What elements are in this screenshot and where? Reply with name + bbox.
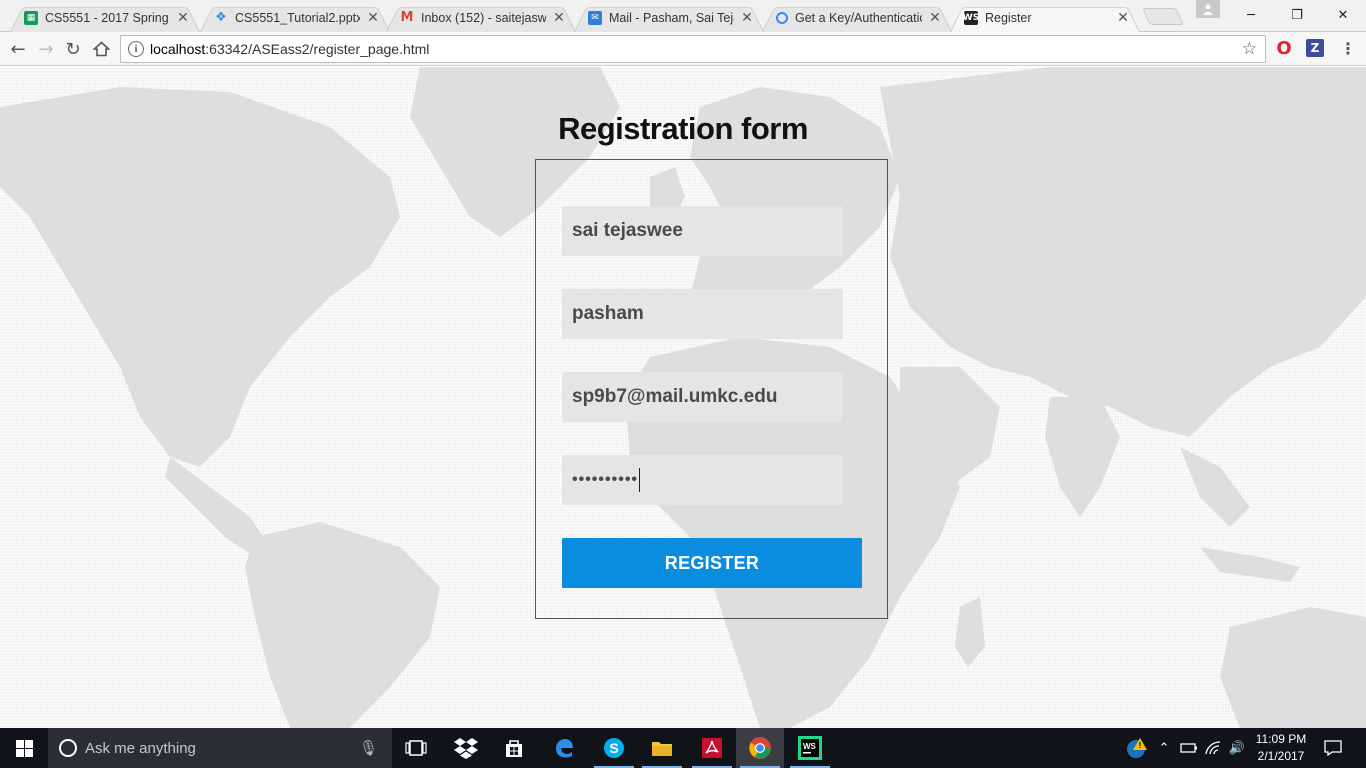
password-input[interactable]: ••••••••••	[562, 455, 843, 505]
battery-icon[interactable]	[1178, 728, 1200, 768]
store-icon[interactable]	[490, 728, 538, 768]
webstorm-icon[interactable]: WS	[786, 728, 834, 768]
close-icon[interactable]: ✕	[552, 10, 566, 26]
cortana-search-box[interactable]: Ask me anything 🎙	[48, 728, 392, 768]
svg-text:S: S	[609, 740, 618, 756]
taskbar-clock[interactable]: 11:09 PM 2/1/2017	[1250, 731, 1312, 765]
minimize-button[interactable]: ─	[1228, 0, 1274, 30]
tab-title: Inbox (152) - saitejaswe	[421, 10, 546, 25]
webstorm-icon: WS	[962, 10, 980, 25]
action-center-icon[interactable]	[1318, 728, 1348, 768]
password-mask: ••••••••••	[572, 471, 639, 488]
tab-tutorial-pptx[interactable]: ❖ CS5551_Tutorial2.pptx ✕	[200, 3, 390, 32]
first-name-input[interactable]: sai tejaswee	[562, 206, 843, 256]
back-arrow-icon[interactable]: ←	[6, 37, 30, 61]
acrobat-icon[interactable]	[688, 728, 736, 768]
clock-time: 11:09 PM	[1255, 732, 1307, 746]
dropbox-icon: ❖	[215, 10, 227, 25]
tab-cs5551-sheet[interactable]: ▦ CS5551 - 2017 Spring - ✕	[10, 3, 200, 32]
close-icon[interactable]: ✕	[176, 10, 190, 26]
reload-icon[interactable]: ↻	[61, 37, 85, 61]
last-name-input[interactable]: pasham	[562, 289, 843, 339]
tab-title: Register	[985, 10, 1032, 25]
chrome-icon[interactable]	[736, 728, 784, 768]
email-input[interactable]: sp9b7@mail.umkc.edu	[562, 372, 843, 422]
clock-date: 2/1/2017	[1257, 749, 1305, 763]
close-icon[interactable]: ✕	[928, 10, 942, 26]
volume-icon[interactable]: 🔊	[1226, 728, 1248, 768]
wifi-icon[interactable]	[1202, 728, 1224, 768]
tab-title: CS5551 - 2017 Spring -	[45, 10, 170, 25]
windows-logo-icon	[15, 739, 33, 757]
cortana-icon	[59, 739, 77, 757]
close-icon[interactable]: ✕	[740, 10, 754, 26]
register-button[interactable]: REGISTER	[562, 538, 862, 588]
opera-extension-icon[interactable]: O	[1274, 38, 1294, 59]
close-icon[interactable]: ✕	[366, 10, 380, 26]
page-title: Registration form	[558, 111, 808, 146]
menu-kebab-icon[interactable]: ⋮	[1338, 38, 1358, 58]
update-warning-icon[interactable]: !	[1122, 728, 1152, 768]
text-caret	[639, 468, 641, 492]
new-tab-button[interactable]	[1142, 8, 1184, 25]
outlook-mail-icon: ✉	[588, 10, 602, 25]
sheets-icon: ▦	[24, 10, 38, 25]
chevron-up-icon[interactable]: ⌃	[1154, 728, 1174, 768]
forward-arrow-icon[interactable]: →	[34, 37, 58, 61]
skype-icon[interactable]: S	[590, 728, 638, 768]
file-explorer-icon[interactable]	[638, 728, 686, 768]
google-icon	[776, 11, 788, 24]
tab-gmail-inbox[interactable]: M Inbox (152) - saitejaswe ✕	[386, 3, 576, 32]
browser-toolbar: ← → ↻ i localhost:63342/ASEass2/register…	[0, 32, 1366, 66]
start-button[interactable]	[0, 728, 48, 768]
edge-icon[interactable]	[540, 728, 588, 768]
search-placeholder: Ask me anything	[85, 739, 196, 757]
url-text[interactable]: localhost:63342/ASEass2/register_page.ht…	[150, 41, 429, 57]
page-viewport: Registration form sai tejaswee pasham sp…	[0, 67, 1366, 728]
restore-button[interactable]: ❐	[1274, 0, 1320, 30]
svg-text:WS: WS	[803, 742, 817, 751]
bookmark-star-icon[interactable]: ☆	[1242, 39, 1257, 59]
dropbox-icon[interactable]	[442, 728, 490, 768]
svg-text:!: !	[1139, 741, 1142, 750]
info-icon[interactable]: i	[128, 41, 144, 57]
tab-title: Mail - Pasham, Sai Tejas	[609, 10, 734, 25]
tab-get-a-key[interactable]: Get a Key/Authenticatio ✕	[762, 3, 952, 32]
registration-form: sai tejaswee pasham sp9b7@mail.umkc.edu …	[535, 159, 888, 619]
address-bar[interactable]: i localhost:63342/ASEass2/register_page.…	[120, 35, 1266, 63]
windows-taskbar: Ask me anything 🎙 S WS ! ⌃ 🔊 11:09 PM 2/…	[0, 728, 1366, 768]
tab-title: Get a Key/Authenticatio	[795, 10, 922, 25]
profile-icon[interactable]	[1196, 0, 1220, 18]
tab-register[interactable]: WS Register ✕	[950, 3, 1140, 32]
home-icon[interactable]	[89, 37, 113, 61]
task-view-icon[interactable]	[392, 728, 440, 768]
zotero-extension-icon[interactable]: Z	[1306, 39, 1324, 57]
browser-tab-strip: ▦ CS5551 - 2017 Spring - ✕ ❖ CS5551_Tuto…	[0, 0, 1366, 32]
gmail-icon: M	[400, 10, 414, 25]
close-window-button[interactable]: ✕	[1320, 0, 1366, 30]
tab-outlook-mail[interactable]: ✉ Mail - Pasham, Sai Tejas ✕	[574, 3, 764, 32]
tab-title: CS5551_Tutorial2.pptx	[235, 10, 360, 25]
microphone-icon[interactable]: 🎙	[359, 739, 378, 757]
close-icon[interactable]: ✕	[1116, 10, 1130, 26]
